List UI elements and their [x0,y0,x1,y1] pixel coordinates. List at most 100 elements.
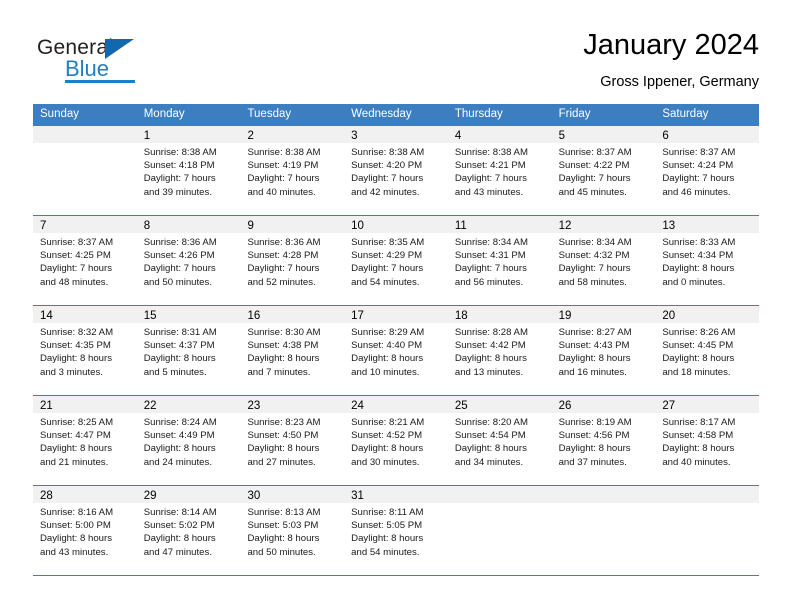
day-cell[interactable]: 10 Sunrise: 8:35 AM Sunset: 4:29 PM Dayligh… [344,216,448,305]
sunrise-time: Sunrise: 8:31 AM [143,327,217,338]
daylight-duration-line2: and 58 minutes. [558,276,627,288]
daylight-duration-line2: and 27 minutes. [247,456,316,468]
day-number: 19 [558,310,572,322]
day-cell[interactable]: 20 Sunrise: 8:26 AM Sunset: 4:45 PM Dayligh… [655,306,760,395]
daylight-duration-line2: and 45 minutes. [558,186,627,198]
daylight-duration-line2: and 43 minutes. [40,546,109,558]
day-cell-empty [33,126,137,215]
day-details: Sunrise: 8:17 AM Sunset: 4:58 PM Daylight:… [655,413,759,469]
daylight-duration-line1: Daylight: 8 hours [558,443,631,455]
day-cell[interactable]: 13 Sunrise: 8:33 AM Sunset: 4:34 PM Dayligh… [655,216,760,305]
day-cell[interactable]: 17 Sunrise: 8:29 AM Sunset: 4:40 PM Dayligh… [344,306,448,395]
week-row: 1 Sunrise: 8:38 AM Sunset: 4:18 PM Daylight… [33,125,760,215]
day-number-band: 31 [344,486,448,503]
triangle-icon [105,39,134,59]
weekday-header-monday: Monday [143,108,185,120]
daylight-duration-line1: Daylight: 8 hours [662,443,735,455]
day-cell[interactable]: 11 Sunrise: 8:34 AM Sunset: 4:31 PM Dayligh… [447,216,552,305]
day-cell[interactable]: 4 Sunrise: 8:38 AM Sunset: 4:21 PM Daylight… [447,126,552,215]
daylight-duration-line2: and 34 minutes. [454,456,524,468]
weekday-header-saturday: Saturday [662,108,709,120]
weekday-header-row: Sunday Monday Tuesday Wednesday Thursday Frid… [33,104,759,125]
day-cell[interactable]: 22 Sunrise: 8:24 AM Sunset: 4:49 PM Dayligh… [136,396,241,485]
day-number: 16 [247,310,261,322]
sunrise-time: Sunrise: 8:34 AM [558,237,632,248]
daylight-duration-line1: Daylight: 8 hours [351,533,424,545]
daylight-duration-line2: and 50 minutes. [143,276,212,288]
day-cell[interactable]: 14 Sunrise: 8:32 AM Sunset: 4:35 PM Dayligh… [33,306,137,395]
day-details: Sunrise: 8:37 AM Sunset: 4:25 PM Daylight:… [33,233,137,289]
sunset-time: Sunset: 4:34 PM [662,250,734,262]
day-number-band: 18 [447,306,552,323]
sunset-time: Sunset: 4:28 PM [247,250,319,262]
weekday-header-friday: Friday [558,108,591,120]
day-cell[interactable]: 25 Sunrise: 8:20 AM Sunset: 4:54 PM Dayligh… [447,396,552,485]
day-number: 29 [143,490,157,502]
daylight-duration-line1: Daylight: 7 hours [558,173,631,185]
daylight-duration-line2: and 52 minutes. [247,276,316,288]
day-cell[interactable]: 26 Sunrise: 8:19 AM Sunset: 4:56 PM Dayligh… [551,396,656,485]
daylight-duration-line2: and 30 minutes. [351,456,420,468]
sunrise-time: Sunrise: 8:35 AM [351,237,425,248]
day-number-band: 13 [655,216,760,233]
day-cell[interactable]: 27 Sunrise: 8:17 AM Sunset: 4:58 PM Dayligh… [655,396,760,485]
day-cell[interactable]: 6 Sunrise: 8:37 AM Sunset: 4:24 PM Daylight… [655,126,760,215]
day-cell[interactable]: 8 Sunrise: 8:36 AM Sunset: 4:26 PM Daylight… [136,216,241,305]
day-details: Sunrise: 8:37 AM Sunset: 4:24 PM Daylight:… [655,143,759,199]
day-cell[interactable]: 1 Sunrise: 8:38 AM Sunset: 4:18 PM Daylight… [136,126,241,215]
day-cell[interactable]: 9 Sunrise: 8:36 AM Sunset: 4:28 PM Daylight… [240,216,345,305]
day-details: Sunrise: 8:24 AM Sunset: 4:49 PM Daylight:… [137,413,241,469]
day-cell[interactable]: 28 Sunrise: 8:16 AM Sunset: 5:00 PM Dayligh… [33,486,137,575]
day-number-band: 29 [136,486,241,503]
day-number: 11 [454,220,467,232]
day-cell-empty [655,486,760,575]
day-cell[interactable]: 21 Sunrise: 8:25 AM Sunset: 4:47 PM Dayligh… [33,396,137,485]
day-number-band: 9 [240,216,345,233]
sunset-time: Sunset: 5:03 PM [247,520,319,532]
day-number: 30 [247,490,261,502]
calendar-weeks: 1 Sunrise: 8:38 AM Sunset: 4:18 PM Daylight… [33,125,760,576]
daylight-duration-line1: Daylight: 7 hours [351,173,424,185]
day-cell[interactable]: 15 Sunrise: 8:31 AM Sunset: 4:37 PM Dayligh… [136,306,241,395]
daylight-duration-line2: and 7 minutes. [247,366,311,378]
day-details: Sunrise: 8:13 AM Sunset: 5:03 PM Daylight:… [240,503,344,559]
sunset-time: Sunset: 4:22 PM [558,160,630,172]
general-blue-logo[interactable]: General Blue [37,36,217,94]
sunset-time: Sunset: 4:49 PM [143,430,215,442]
day-number: 27 [662,400,676,412]
day-cell[interactable]: 12 Sunrise: 8:34 AM Sunset: 4:32 PM Dayligh… [551,216,656,305]
day-cell[interactable]: 7 Sunrise: 8:37 AM Sunset: 4:25 PM Daylight… [33,216,137,305]
sunrise-time: Sunrise: 8:20 AM [454,417,528,428]
daylight-duration-line1: Daylight: 7 hours [143,263,216,275]
day-cell[interactable]: 24 Sunrise: 8:21 AM Sunset: 4:52 PM Dayligh… [344,396,448,485]
day-cell[interactable]: 31 Sunrise: 8:11 AM Sunset: 5:05 PM Dayligh… [344,486,448,575]
daylight-duration-line2: and 24 minutes. [143,456,212,468]
day-cell[interactable]: 5 Sunrise: 8:37 AM Sunset: 4:22 PM Daylight… [551,126,656,215]
daylight-duration-line1: Daylight: 8 hours [247,353,320,365]
day-number-band: 5 [551,126,656,143]
sunrise-time: Sunrise: 8:11 AM [351,507,424,518]
day-cell[interactable]: 23 Sunrise: 8:23 AM Sunset: 4:50 PM Dayligh… [240,396,345,485]
sunset-time: Sunset: 4:40 PM [351,340,423,352]
day-cell[interactable]: 16 Sunrise: 8:30 AM Sunset: 4:38 PM Dayligh… [240,306,345,395]
day-cell[interactable]: 19 Sunrise: 8:27 AM Sunset: 4:43 PM Dayligh… [551,306,656,395]
daylight-duration-line2: and 46 minutes. [662,186,731,198]
day-number-band: 23 [240,396,345,413]
day-number: 26 [558,400,572,412]
sunrise-time: Sunrise: 8:14 AM [143,507,217,518]
day-cell[interactable]: 29 Sunrise: 8:14 AM Sunset: 5:02 PM Dayligh… [136,486,241,575]
day-number: 21 [40,400,53,412]
day-cell[interactable]: 30 Sunrise: 8:13 AM Sunset: 5:03 PM Dayligh… [240,486,345,575]
day-cell[interactable]: 2 Sunrise: 8:38 AM Sunset: 4:19 PM Daylight… [240,126,345,215]
sunset-time: Sunset: 4:19 PM [247,160,319,172]
day-cell[interactable]: 18 Sunrise: 8:28 AM Sunset: 4:42 PM Dayligh… [447,306,552,395]
day-number: 6 [662,130,669,142]
day-number-band [655,486,760,503]
day-number-band: 2 [240,126,345,143]
sunrise-time: Sunrise: 8:26 AM [662,327,736,338]
weekday-header-wednesday: Wednesday [351,108,412,120]
sunset-time: Sunset: 4:25 PM [40,250,111,262]
sunrise-time: Sunrise: 8:38 AM [454,147,528,158]
day-number-band: 25 [447,396,552,413]
day-cell[interactable]: 3 Sunrise: 8:38 AM Sunset: 4:20 PM Daylight… [344,126,448,215]
